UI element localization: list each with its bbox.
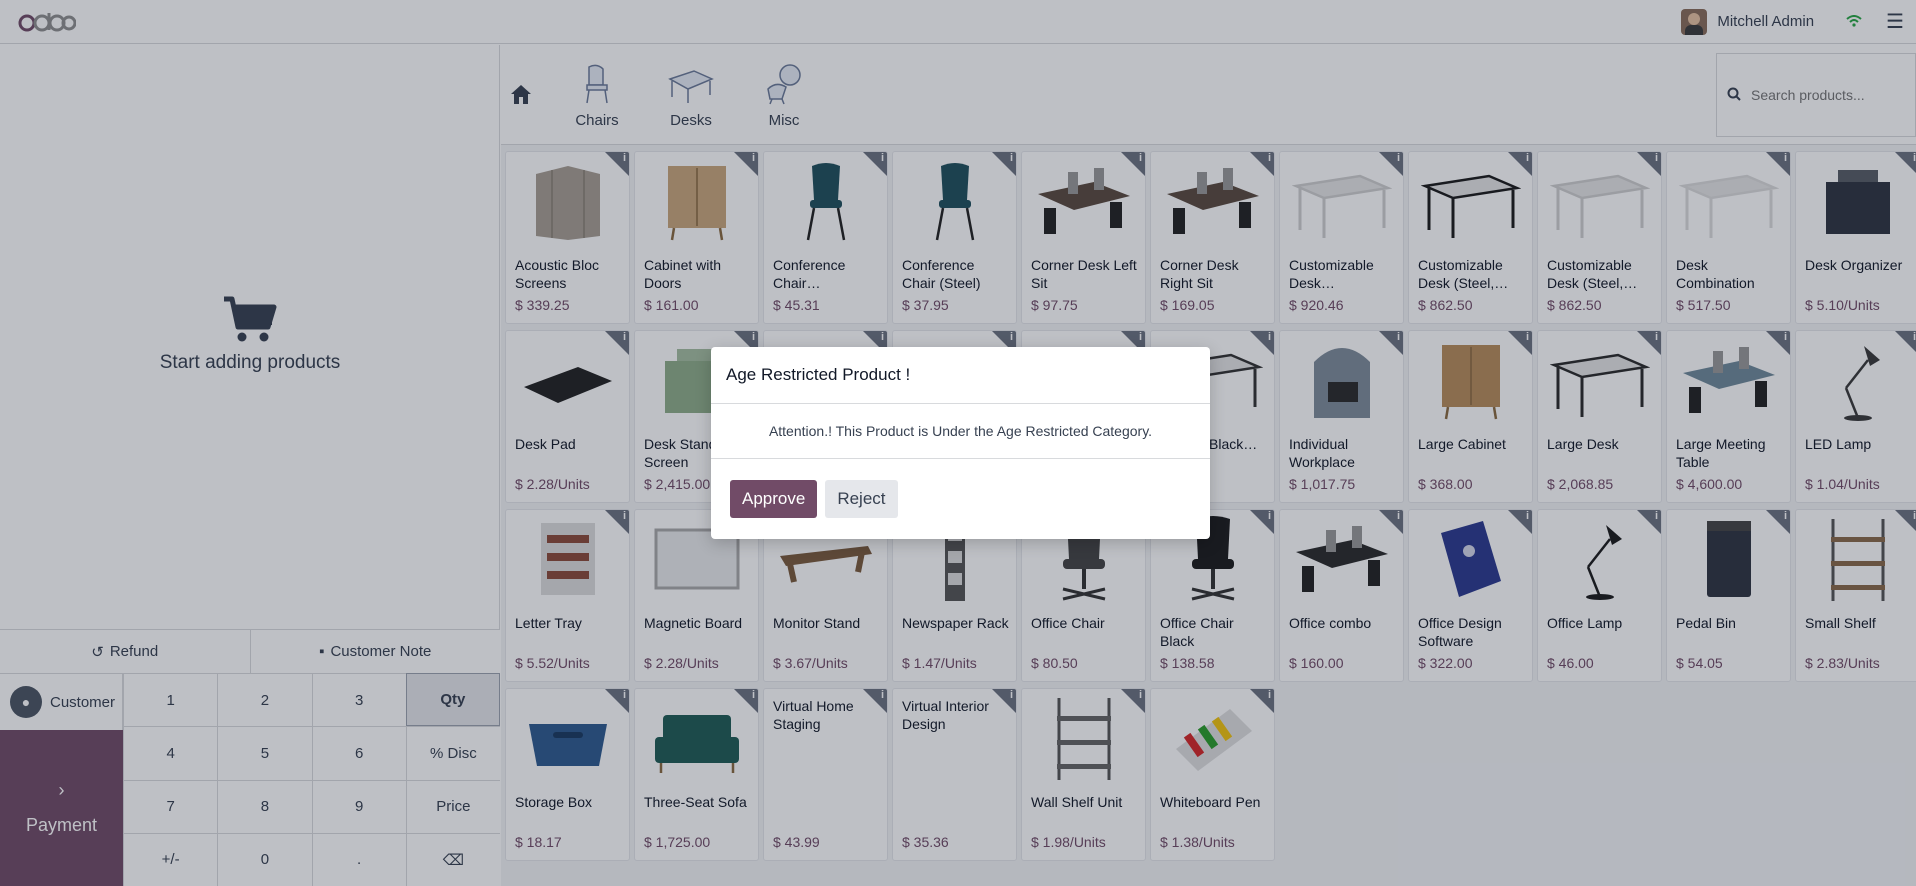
dialog-title: Age Restricted Product ! <box>711 347 1210 404</box>
dialog-footer: Approve Reject <box>711 459 1210 539</box>
age-restriction-dialog: Age Restricted Product ! Attention.! Thi… <box>711 347 1210 539</box>
reject-button[interactable]: Reject <box>825 480 898 518</box>
dialog-message: Attention.! This Product is Under the Ag… <box>711 404 1210 459</box>
approve-button[interactable]: Approve <box>730 480 818 518</box>
